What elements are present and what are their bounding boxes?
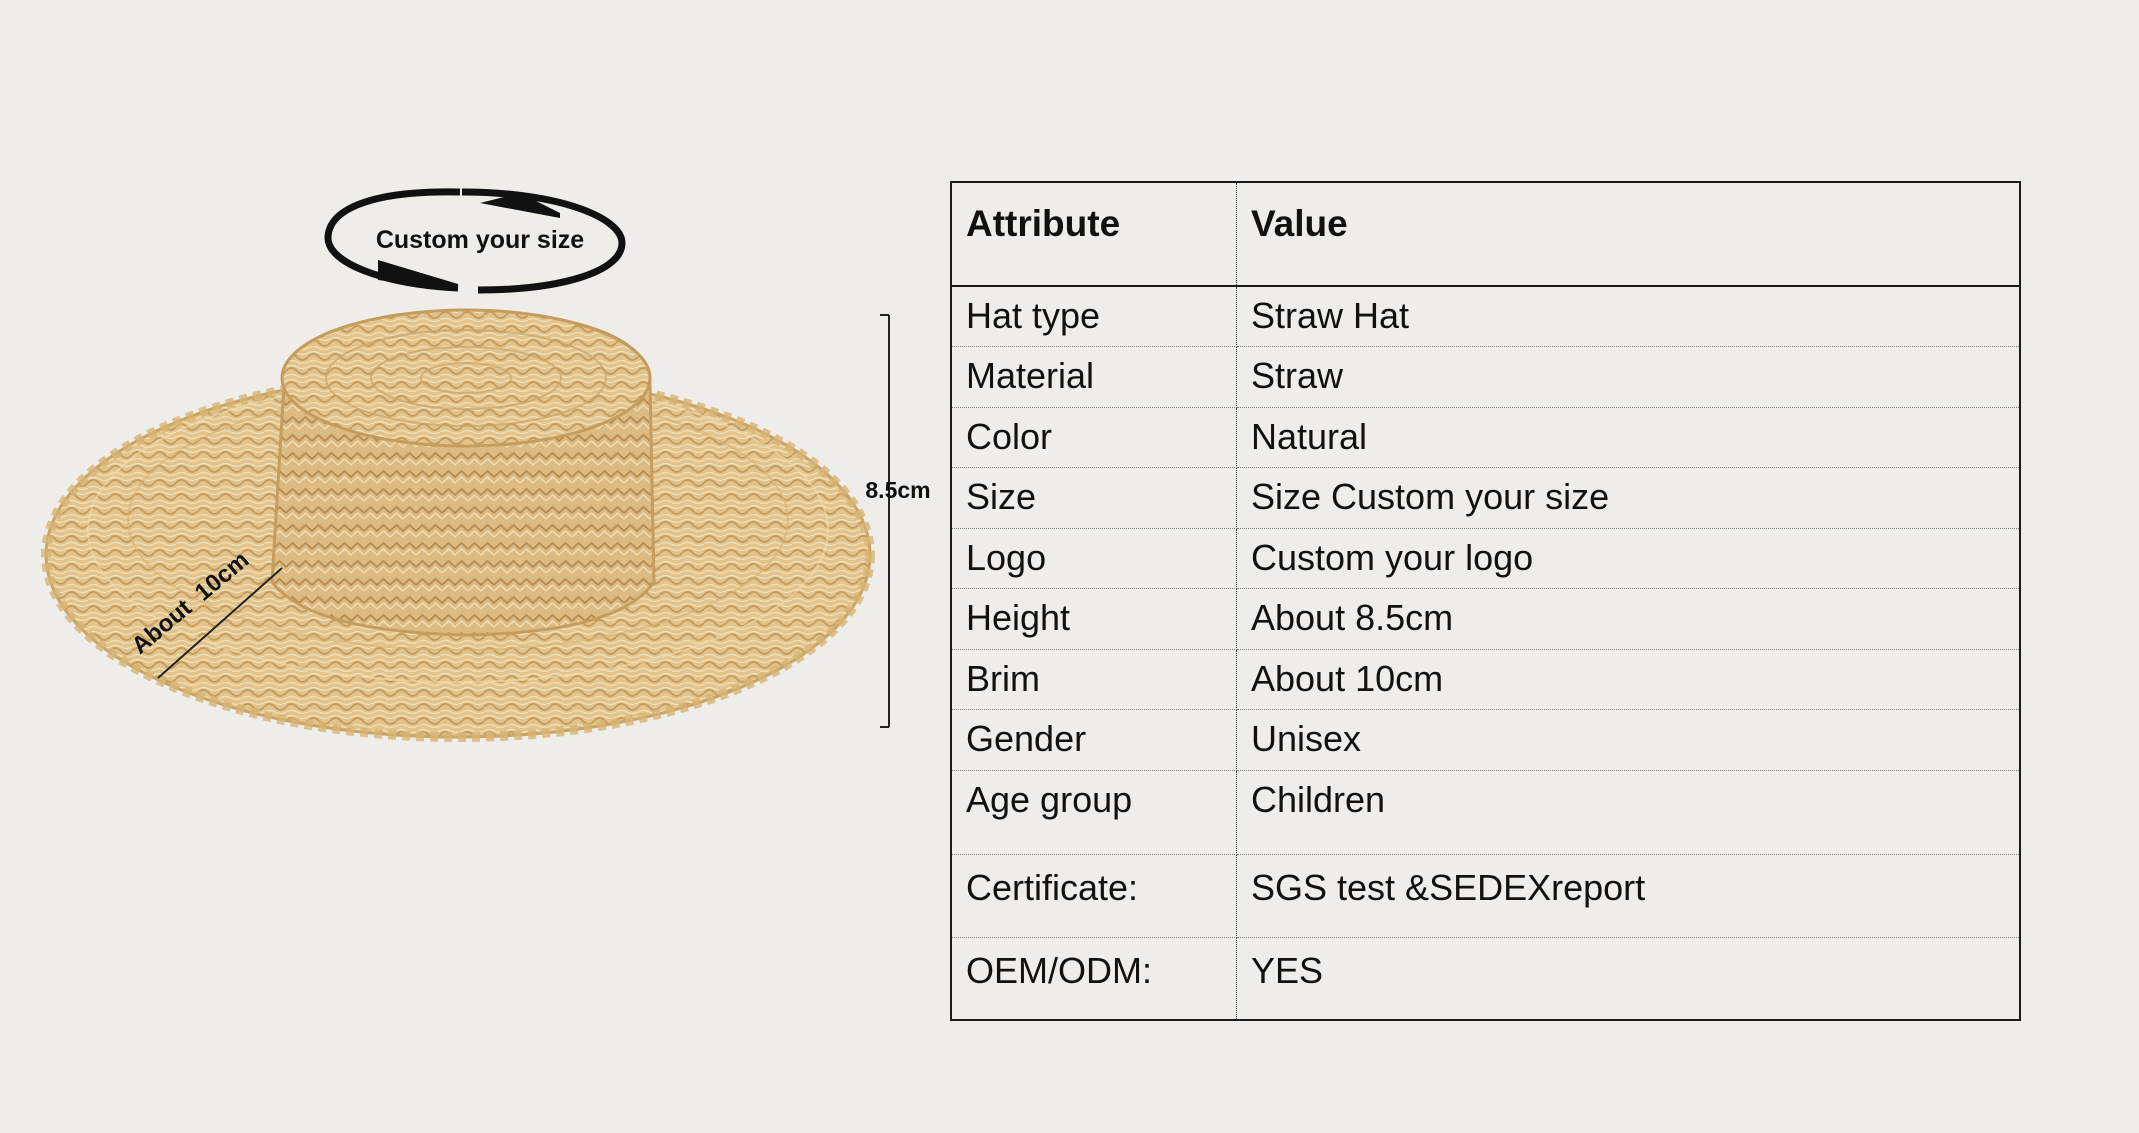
table-row: Brim About 10cm: [951, 649, 2020, 710]
product-spec-sheet: Custom your size 8.5cm About 10cm Attrib…: [0, 0, 2139, 1133]
attribute-cell: OEM/ODM:: [951, 937, 1237, 1020]
value-cell: Natural: [1236, 407, 2020, 468]
attribute-cell: Hat type: [951, 286, 1237, 347]
value-cell: Size Custom your size: [1236, 467, 2020, 529]
value-cell: Children: [1236, 770, 2020, 855]
attribute-cell: Gender: [951, 709, 1237, 771]
table-header-row: Attribute Value: [951, 182, 2020, 287]
attribute-cell: Brim: [951, 649, 1237, 710]
custom-size-label: Custom your size: [376, 226, 584, 254]
table-row: Material Straw: [951, 346, 2020, 408]
attribute-header: Attribute: [951, 182, 1237, 287]
hat-illustration: Custom your size 8.5cm About 10cm: [41, 188, 931, 742]
value-cell: YES: [1251, 949, 1324, 991]
value-header: Value: [1236, 182, 2020, 287]
hat-figure: Custom your size 8.5cm About 10cm: [0, 0, 960, 1133]
value-cell: Unisex: [1236, 709, 2020, 771]
table-row: Certificate: SGS test &SEDEXreport: [951, 854, 2020, 938]
table-row: Gender Unisex: [951, 709, 2020, 771]
hat-crown: [270, 308, 656, 637]
table-row: OEM/ODM: YES: [951, 937, 2020, 1020]
attribute-cell: Certificate:: [951, 854, 1237, 938]
attribute-cell: Material: [951, 346, 1237, 408]
table-row: Hat type Straw Hat: [951, 286, 2020, 347]
height-label: 8.5cm: [865, 477, 930, 503]
value-cell: Straw Hat: [1236, 286, 2020, 347]
attribute-cell: Logo: [951, 528, 1237, 589]
value-cell: About 8.5cm: [1236, 588, 2020, 650]
value-cell: SGS test &SEDEXreport: [1236, 854, 2020, 938]
attribute-cell: Age group: [951, 770, 1237, 855]
table-row: Age group Children: [951, 770, 2020, 855]
height-bracket: [880, 314, 890, 728]
value-cell: Straw: [1236, 346, 2020, 408]
table-row: Size Size Custom your size: [951, 467, 2020, 529]
value-cell: About 10cm: [1236, 649, 2020, 710]
attribute-cell: Height: [951, 588, 1237, 650]
attribute-cell: Size: [951, 467, 1237, 529]
table-row: Color Natural: [951, 407, 2020, 468]
spec-table: Attribute Value Hat type Straw Hat Mater…: [950, 181, 2021, 1021]
table-row: Height About 8.5cm: [951, 588, 2020, 650]
attribute-cell: Color: [951, 407, 1237, 468]
value-cell: Custom your logo: [1236, 528, 2020, 589]
table-row: Logo Custom your logo: [951, 528, 2020, 589]
